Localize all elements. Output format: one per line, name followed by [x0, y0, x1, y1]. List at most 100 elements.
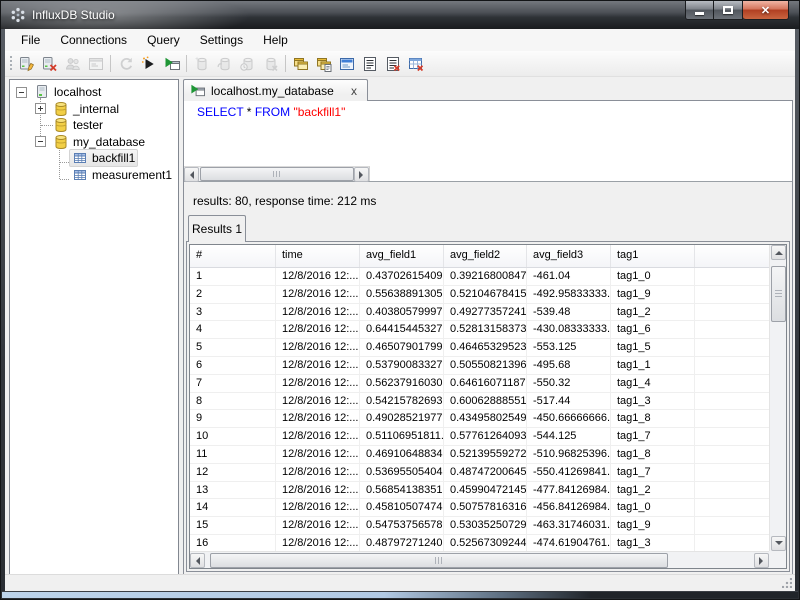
column-header-tag1[interactable]: tag1 [611, 245, 695, 267]
table-row[interactable]: 3 12/8/2016 12:... 0.40380579997... 0.49277… [190, 303, 769, 322]
tree-item-backfill1[interactable]: backfill1 [10, 149, 178, 168]
sql-editor[interactable]: SELECT * FROM "backfill1" [184, 101, 792, 182]
table-vscrollbar[interactable] [769, 245, 786, 551]
run-query-new-tab-button[interactable] [160, 53, 183, 75]
run-query-button[interactable] [137, 53, 160, 75]
table-cell: -492.95833333... [527, 285, 611, 304]
close-button[interactable]: ✕ [743, 1, 789, 20]
tree-item--internal[interactable]: _internal [10, 101, 178, 118]
query-tab[interactable]: localhost.my_database x [183, 79, 368, 101]
table-cell-filler [695, 357, 769, 375]
table-cell: 9 [190, 410, 276, 429]
editor-hscroll-thumb[interactable] [200, 167, 354, 181]
table-cell: 0.43702615409... [360, 268, 444, 286]
sql-token-string: "backfill1" [293, 105, 346, 119]
table-cell-filler [695, 535, 769, 551]
measurement-icon [72, 150, 88, 166]
table-delete-icon [408, 56, 424, 72]
table-cell: 0.56854138351... [360, 481, 444, 500]
table-hscrollbar[interactable] [190, 551, 769, 568]
status-bar [5, 574, 795, 591]
table-cell: 0.46465329523... [444, 339, 527, 357]
table-row[interactable]: 8 12/8/2016 12:... 0.54215782693... 0.60062… [190, 392, 769, 411]
expander-plus-icon[interactable] [35, 103, 46, 115]
table-row[interactable]: 9 12/8/2016 12:... 0.49028521977... 0.43495… [190, 410, 769, 429]
table-cell: 4 [190, 321, 276, 340]
toolbar-grip[interactable] [10, 55, 12, 72]
menu-connections[interactable]: Connections [50, 29, 137, 51]
table-cell: 0.54215782693... [360, 392, 444, 411]
menu-help[interactable]: Help [253, 29, 298, 51]
table-vscroll-thumb[interactable] [771, 266, 786, 322]
expander-minus-icon[interactable] [16, 86, 27, 98]
tree-item-measurement1[interactable]: measurement1 [10, 167, 178, 184]
table-row[interactable]: 5 12/8/2016 12:... 0.46507901799... 0.46465… [190, 339, 769, 357]
tree-item-my-database[interactable]: my_database [10, 134, 178, 151]
table-cell: 0.53035250729... [444, 517, 527, 535]
table-row[interactable]: 1 12/8/2016 12:... 0.43702615409... 0.39216… [190, 268, 769, 286]
table-cell: 0.48747200645... [444, 463, 527, 482]
table-delete-button[interactable] [404, 53, 427, 75]
table-header: # time avg_field1 avg_field2 avg_field3 tag1 [190, 245, 769, 268]
table-row[interactable]: 15 12/8/2016 12:... 0.54753756578... 0.5303… [190, 517, 769, 535]
resize-grip[interactable] [782, 578, 792, 588]
column-header-avg-field3[interactable]: avg_field3 [527, 245, 611, 267]
table-cell: tag1_9 [611, 517, 695, 535]
query-tab-page: SELECT * FROM "backfill1" results: 80, r… [183, 100, 793, 575]
table-cell: -550.32 [527, 374, 611, 393]
tree-item-label: _internal [73, 101, 120, 116]
table-cell: tag1_9 [611, 285, 695, 304]
menu-file[interactable]: File [11, 29, 50, 51]
table-cell: 0.64616071187... [444, 374, 527, 393]
database-icon [53, 134, 69, 150]
query-tab-close-icon[interactable]: x [347, 84, 361, 98]
menu-query[interactable]: Query [137, 29, 190, 51]
table-cell: 12/8/2016 12:... [276, 534, 360, 551]
list-delete-button[interactable] [381, 53, 404, 75]
table-row[interactable]: 14 12/8/2016 12:... 0.45810507474... 0.5075… [190, 499, 769, 518]
column-header-avg-field2[interactable]: avg_field2 [444, 245, 527, 267]
table-cell-filler [695, 410, 769, 429]
tree-item-tester[interactable]: tester [10, 117, 178, 134]
table-cell: 10 [190, 428, 276, 446]
table-row[interactable]: 4 12/8/2016 12:... 0.64415445327... 0.52813… [190, 321, 769, 340]
cascade-windows-button[interactable] [289, 53, 312, 75]
minimize-button[interactable] [685, 1, 714, 20]
table-row[interactable]: 2 12/8/2016 12:... 0.55638891305... 0.52104… [190, 285, 769, 304]
scroll-left-arrow[interactable] [190, 553, 205, 568]
results-tab[interactable]: Results 1 [188, 215, 246, 242]
table-row[interactable]: 7 12/8/2016 12:... 0.56237916030... 0.64616… [190, 374, 769, 393]
connection-delete-button[interactable] [38, 53, 61, 75]
expander-minus-icon[interactable] [35, 136, 46, 148]
console-button[interactable] [335, 53, 358, 75]
tree-node: my_database [50, 133, 148, 151]
list-button[interactable] [358, 53, 381, 75]
table-row[interactable]: 13 12/8/2016 12:... 0.56854138351... 0.4599… [190, 481, 769, 500]
editor-hscrollbar[interactable] [184, 166, 370, 182]
table-cell: 12/8/2016 12:... [276, 517, 360, 535]
table-row[interactable]: 12 12/8/2016 12:... 0.53695505404... 0.4874… [190, 463, 769, 482]
window-query-button[interactable] [312, 53, 335, 75]
connection-edit-button[interactable] [15, 53, 38, 75]
column-header-num[interactable]: # [190, 245, 276, 267]
database-refresh-icon [217, 56, 233, 72]
maximize-button[interactable] [714, 1, 743, 20]
table-row[interactable]: 10 12/8/2016 12:... 0.51106951811... 0.5776… [190, 428, 769, 446]
table-cell: 0.45810507474... [360, 499, 444, 518]
scroll-right-arrow[interactable] [354, 167, 369, 182]
scroll-down-arrow[interactable] [771, 536, 786, 551]
scroll-right-arrow[interactable] [754, 553, 769, 568]
column-header-time[interactable]: time [276, 245, 360, 267]
table-hscroll-thumb[interactable] [210, 553, 668, 568]
tree-item-localhost[interactable]: localhost [10, 84, 178, 101]
table-cell: 0.60062888551... [444, 392, 527, 411]
scroll-left-arrow[interactable] [184, 167, 199, 182]
table-row[interactable]: 16 12/8/2016 12:... 0.48797271240... 0.5256… [190, 534, 769, 551]
scroll-up-arrow[interactable] [771, 245, 786, 260]
column-header-avg-field1[interactable]: avg_field1 [360, 245, 444, 267]
table-row[interactable]: 6 12/8/2016 12:... 0.53790083327... 0.50550… [190, 356, 769, 375]
tree-node: tester [50, 116, 106, 134]
menu-settings[interactable]: Settings [190, 29, 253, 51]
database-time-button [236, 53, 259, 75]
table-row[interactable]: 11 12/8/2016 12:... 0.46910648834... 0.5213… [190, 445, 769, 464]
